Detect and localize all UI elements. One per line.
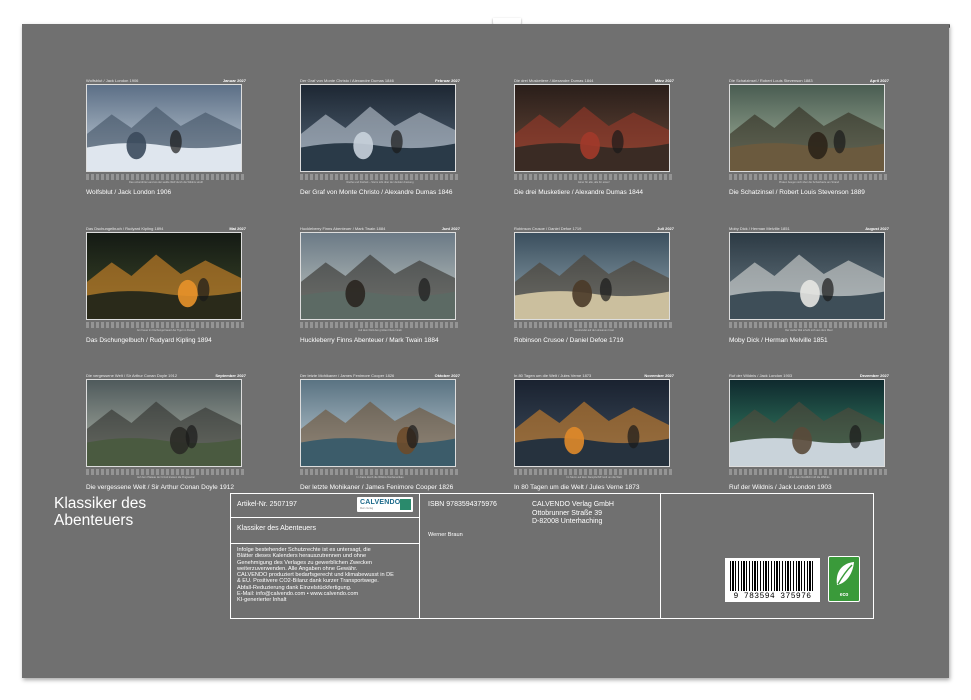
month-illustration [86,379,242,467]
month-illustration [300,232,456,320]
month-panel: Der letzte Mohikaner / James Fenimore Co… [300,373,460,491]
month-illustration [729,379,885,467]
month-illustration [86,232,242,320]
month-caption: Das unberührte Land wo der weiße Wolf du… [129,181,203,184]
month-panel: Die drei Musketiere / Alexandre Dumas 18… [514,78,674,196]
month-panel: Das Dschungelbuch / Rudyard Kipling 1894… [86,226,246,344]
month-day-strip [86,322,246,328]
article-cell: Artikel-Nr. 2507197 CALVENDO Mein Verlag [231,494,420,518]
month-label: Der letzte Mohikaner / James Fenimore Co… [300,484,454,491]
month-caption: Unter dem Nordlicht ruft die Wildnis [788,476,830,479]
legal-cell: Infolge bestehender Schutzrechte ist es … [231,544,420,618]
publisher-line: D-82008 Unterhaching [532,518,603,525]
calvendo-logo: CALVENDO Mein Verlag [357,497,413,512]
month-caption: Auf dem Plateau der Urzeit kreisen die F… [136,476,196,479]
month-panel: Die Schatzinsel / Robert Louis Stevenson… [729,78,889,196]
month-label: Die vergessene Welt / Sir Arthur Conan D… [86,484,235,491]
month-label: Moby Dick / Herman Melville 1851 [729,337,828,344]
author-name: Werner Braun [428,532,463,538]
illustration-image [301,85,455,171]
month-caption: Gestrandet auf der einsamen Insel [574,329,614,332]
publisher-line: Ottobrunner Straße 39 [532,509,603,517]
illustration-image [87,380,241,466]
month-label: Das Dschungelbuch / Rudyard Kipling 1894 [86,337,212,344]
legal-line: KI-generierter Inhalt [237,597,287,604]
illustration-image [301,380,455,466]
logo-mark-icon [400,499,411,510]
month-illustration [514,84,670,172]
month-panel: Moby Dick / Herman Melville 1851 August 2… [729,226,889,344]
product-title: Klassiker des Abenteuers [237,525,316,532]
month-caption: Rache und Freiheit – Sturm tobt über der… [346,181,414,184]
month-illustration [514,232,670,320]
month-caption: Einer für alle, alle für einen! [578,181,610,184]
illustration-image [515,380,669,466]
illustration-image [730,85,884,171]
month-panel: Robinson Crusoe / Daniel Defoe 1719 Juli … [514,226,674,344]
month-panel: Ruf der Wildnis / Jack London 1903 Dezemb… [729,373,889,491]
month-label: In 80 Tagen um die Welt / Jules Verne 18… [514,484,640,491]
month-day-strip [514,469,674,475]
month-label: Huckleberry Finns Abenteuer / Mark Twain… [300,337,439,344]
eco-badge: eco [828,556,860,602]
month-day-strip [86,174,246,180]
calvendo-logo-text: CALVENDO [360,499,401,506]
publisher-address: CALVENDO Verlag GmbH Ottobrunner Straße … [532,501,614,527]
calvendo-logo-sub: Mein Verlag [360,507,374,510]
leaf-icon [836,562,854,585]
publisher-cell: ISBN 9783594375976 CALVENDO Verlag GmbH … [420,494,661,618]
month-illustration [729,84,885,172]
month-day-strip [729,174,889,180]
month-label: Die drei Musketiere / Alexandre Dumas 18… [514,189,643,196]
title-cell: Klassiker des Abenteuers [231,518,420,544]
month-illustration [514,379,670,467]
illustration-image [730,233,884,319]
isbn: ISBN 9783594375976 [428,501,497,508]
illustration-image [301,233,455,319]
month-label: Robinson Crusoe / Daniel Defoe 1719 [514,337,624,344]
illustration-image [515,85,669,171]
month-day-strip [300,469,460,475]
month-illustration [300,84,456,172]
legal-text: Infolge bestehender Schutzrechte ist es … [237,547,419,604]
month-caption: Der weiße Wal erhebt sich aus dem Meer [785,329,833,332]
eco-label: eco [839,592,849,598]
illustration-image [87,233,241,319]
month-label: Wolfsblut / Jack London 1906 [86,189,172,196]
month-day-strip [86,469,246,475]
publisher-line: CALVENDO Verlag GmbH [532,501,614,508]
month-panel: In 80 Tagen um die Welt / Jules Verne 18… [514,373,674,491]
article-number: Artikel-Nr. 2507197 [237,501,297,508]
month-panel: Der Graf von Monte Christo / Alexandre D… [300,78,460,196]
illustration-image [730,380,884,466]
month-illustration [300,379,456,467]
isbn-barcode: 9 783594 375976 [725,558,820,602]
month-caption: Auf dem Floß den großen Fluss hinab [358,329,402,332]
month-illustration [729,232,885,320]
month-day-strip [300,322,460,328]
month-day-strip [729,469,889,475]
barcode-bars [730,561,815,591]
month-label: Der Graf von Monte Christo / Alexandre D… [300,189,453,196]
month-day-strip [514,174,674,180]
month-label: Ruf der Wildnis / Jack London 1903 [729,484,832,491]
month-caption: Am Feuer im Dschungel lauert der Tiger i… [136,329,196,332]
month-day-strip [300,174,460,180]
barcode-number: 9 783594 375976 [733,592,812,601]
month-panel: Huckleberry Finns Abenteuer / Mark Twain… [300,226,460,344]
month-label: Die Schatzinsel / Robert Louis Stevenson… [729,189,865,196]
calendar-title: Klassiker des Abenteuers [54,495,147,529]
month-illustration [86,84,242,172]
month-day-strip [729,322,889,328]
month-caption: Im Sturm auf dem Dampfschiff rund um die… [566,476,622,479]
illustration-image [515,233,669,319]
month-caption: Piraten beugen sich über die Schatzkarte… [778,181,840,184]
month-day-strip [514,322,674,328]
month-panel: Die vergessene Welt / Sir Arthur Conan D… [86,373,246,491]
month-panel: Wolfsblut / Jack London 1906 Januar 2027 D… [86,78,246,196]
illustration-image [87,85,241,171]
month-caption: Im Kanu durch die Wildnis Nordamerikas [356,476,404,479]
